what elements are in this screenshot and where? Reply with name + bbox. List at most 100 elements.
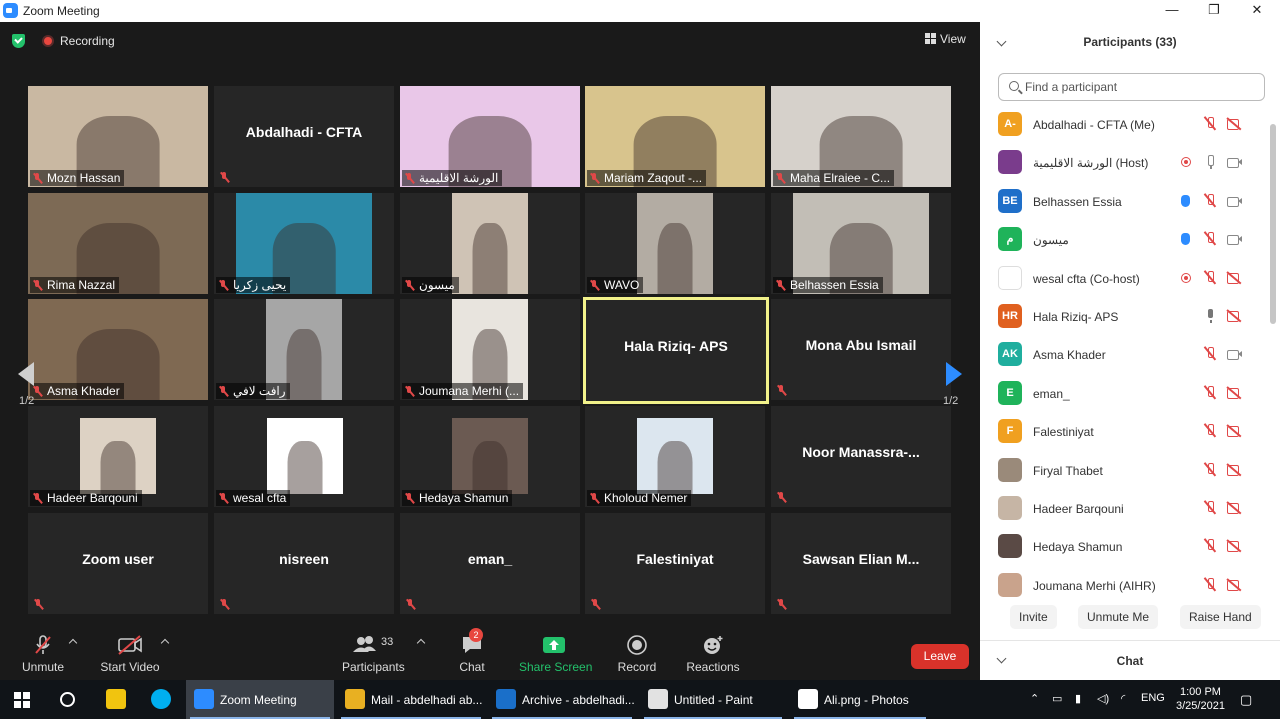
- taskbar-item[interactable]: Zoom Meeting: [186, 680, 334, 719]
- clock-date: 3/25/2021: [1176, 700, 1225, 712]
- video-tile[interactable]: Mona Abu Ismail: [771, 299, 951, 400]
- record-button[interactable]: Record: [617, 634, 657, 674]
- participant-avatar: HR: [998, 304, 1022, 328]
- video-tile[interactable]: يحيى زكريا: [214, 193, 394, 294]
- taskbar-item[interactable]: Mail - abdelhadi ab...: [337, 680, 485, 719]
- video-tile[interactable]: Hala Riziq- APS: [583, 297, 769, 404]
- tray-overflow-caret-icon[interactable]: ⌃: [1030, 692, 1039, 705]
- video-tile[interactable]: ميسون: [400, 193, 580, 294]
- leave-button[interactable]: Leave: [911, 644, 969, 669]
- video-tile[interactable]: nisreen: [214, 513, 394, 614]
- participant-row[interactable]: HR Hala Riziq- APS: [980, 298, 1270, 336]
- video-options-caret-icon[interactable]: [160, 638, 170, 648]
- video-tile[interactable]: wesal cfta: [214, 406, 394, 507]
- audio-options-caret-icon[interactable]: [68, 638, 78, 648]
- video-tile[interactable]: Falestiniyat: [585, 513, 765, 614]
- wifi-icon[interactable]: ◜: [1121, 692, 1125, 705]
- battery-icon[interactable]: ▮: [1075, 692, 1081, 705]
- participant-row[interactable]: Hedaya Shamun: [980, 528, 1270, 566]
- participant-row[interactable]: F Falestiniyat: [980, 413, 1270, 451]
- video-tile[interactable]: Asma Khader: [28, 299, 208, 400]
- video-tile[interactable]: eman_: [400, 513, 580, 614]
- volume-icon[interactable]: ◁): [1097, 692, 1109, 705]
- chat-button[interactable]: 2 Chat: [455, 628, 489, 674]
- video-tile[interactable]: Joumana Merhi (...: [400, 299, 580, 400]
- muted-microphone-icon: [219, 280, 228, 291]
- taskbar-app-icon: [798, 689, 818, 709]
- taskbar-item-label: Mail - abdelhadi ab...: [371, 693, 483, 707]
- video-tile[interactable]: Zoom user: [28, 513, 208, 614]
- raise-hand-button[interactable]: Raise Hand: [1180, 605, 1261, 629]
- video-tile[interactable]: Kholoud Nemer: [585, 406, 765, 507]
- participant-row[interactable]: الورشة الاقليمية (Host): [980, 144, 1270, 182]
- view-button[interactable]: View: [925, 32, 966, 46]
- muted-microphone-icon: [405, 173, 414, 184]
- video-tile[interactable]: Hedaya Shamun: [400, 406, 580, 507]
- next-page-arrow-icon[interactable]: [946, 362, 962, 386]
- cortana-search-icon[interactable]: [60, 692, 75, 707]
- participants-options-caret-icon[interactable]: [416, 638, 426, 648]
- participant-search-input[interactable]: [1025, 78, 1255, 96]
- participant-row[interactable]: Firyal Thabet: [980, 452, 1270, 490]
- previous-page-arrow-icon[interactable]: [18, 362, 34, 386]
- invite-button[interactable]: Invite: [1010, 605, 1057, 629]
- action-center-icon[interactable]: ▢: [1240, 692, 1252, 708]
- participant-row[interactable]: A- Abdalhadi - CFTA (Me): [980, 106, 1270, 144]
- security-shield-icon[interactable]: [12, 34, 25, 48]
- participant-name: Noor Manassra-...: [802, 444, 920, 460]
- taskbar-app-icon: [648, 689, 668, 709]
- participant-row[interactable]: BE Belhassen Essia: [980, 183, 1270, 221]
- video-tile[interactable]: Maha Elraiee - C...: [771, 86, 951, 187]
- hand-icon: [1178, 194, 1194, 208]
- video-tile[interactable]: Mozn Hassan: [28, 86, 208, 187]
- video-tile[interactable]: WAVO: [585, 193, 765, 294]
- video-tile[interactable]: Rima Nazzal: [28, 193, 208, 294]
- windows-start-icon[interactable]: [14, 692, 30, 708]
- chat-panel-header[interactable]: Chat: [980, 640, 1280, 680]
- participant-row[interactable]: م ميسون: [980, 221, 1270, 259]
- video-tile[interactable]: Sawsan Elian M...: [771, 513, 951, 614]
- unmute-button[interactable]: Unmute: [18, 634, 68, 674]
- participant-search-box[interactable]: [998, 73, 1265, 101]
- start-video-button[interactable]: Start Video: [100, 634, 160, 674]
- participant-name: Belhassen Essia: [1033, 194, 1122, 209]
- video-tile[interactable]: Abdalhadi - CFTA: [214, 86, 394, 187]
- restore-button[interactable]: ❐: [1192, 0, 1236, 22]
- taskbar-item[interactable]: Archive - abdelhadi...: [488, 680, 636, 719]
- video-tile[interactable]: Mariam Zaqout -...: [585, 86, 765, 187]
- participant-row[interactable]: Hadeer Barqouni: [980, 490, 1270, 528]
- participant-row[interactable]: wesal cfta (Co-host): [980, 260, 1270, 298]
- sticky-notes-icon[interactable]: [106, 689, 126, 709]
- participant-name: Zoom user: [82, 551, 154, 567]
- input-language[interactable]: ENG: [1141, 692, 1165, 704]
- share-screen-button[interactable]: Share Screen: [519, 634, 592, 674]
- unmute-me-button[interactable]: Unmute Me: [1078, 605, 1159, 629]
- participant-row[interactable]: Eeman_: [980, 375, 1270, 413]
- tray-app-icon[interactable]: ▭: [1052, 692, 1062, 705]
- muted-microphone-icon: [590, 280, 599, 291]
- video-tile[interactable]: رافت لافي: [214, 299, 394, 400]
- reactions-button[interactable]: Reactions: [686, 634, 740, 674]
- close-button[interactable]: ✕: [1235, 0, 1279, 22]
- video-tile[interactable]: الورشة الاقليمية: [400, 86, 580, 187]
- participant-row[interactable]: AK Asma Khader: [980, 336, 1270, 374]
- participants-button[interactable]: 33 Participants: [342, 634, 405, 674]
- participant-silhouette: [286, 329, 322, 400]
- participant-name: Asma Khader: [1033, 348, 1106, 363]
- video-tile[interactable]: Noor Manassra-...: [771, 406, 951, 507]
- scrollbar-thumb[interactable]: [1270, 124, 1276, 324]
- participant-name-label: Mariam Zaqout -...: [587, 170, 707, 186]
- participant-row[interactable]: Joumana Merhi (AIHR): [980, 567, 1270, 605]
- system-clock[interactable]: 1:00 PM 3/25/2021: [1176, 685, 1225, 713]
- muted-microphone-icon: [776, 173, 785, 184]
- skype-icon[interactable]: [151, 689, 171, 709]
- taskbar-item[interactable]: Ali.png - Photos: [790, 680, 930, 719]
- taskbar-item[interactable]: Untitled - Paint: [640, 680, 786, 719]
- mic-muted-icon: [1202, 501, 1218, 515]
- minimize-button[interactable]: —: [1150, 0, 1194, 22]
- video-tile[interactable]: Belhassen Essia: [771, 193, 951, 294]
- participant-list-scrollbar[interactable]: [1270, 106, 1276, 606]
- video-tile[interactable]: Hadeer Barqouni: [28, 406, 208, 507]
- participant-name-label: Rima Nazzal: [30, 277, 120, 293]
- mic-muted-icon: [1202, 577, 1218, 592]
